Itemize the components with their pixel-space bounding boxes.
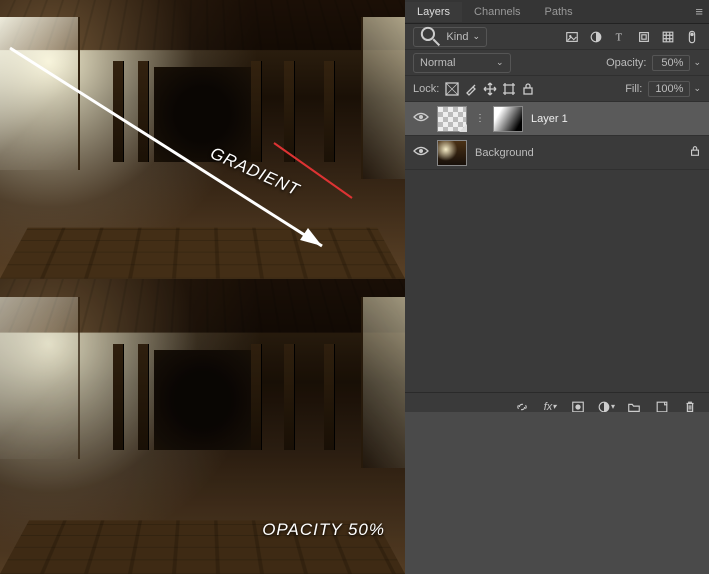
panel-tabs: Layers Channels Paths ≡ xyxy=(405,0,709,24)
document-canvas-bottom[interactable]: OPACITY 50% xyxy=(0,279,405,574)
document-canvas-top[interactable]: GRADIENT xyxy=(0,0,405,279)
chevron-down-icon: ⌄ xyxy=(693,83,701,94)
tab-paths[interactable]: Paths xyxy=(533,2,585,22)
filter-smart-icon[interactable] xyxy=(659,28,677,46)
filter-shape-icon[interactable] xyxy=(635,28,653,46)
blend-mode-value: Normal xyxy=(420,57,455,69)
chevron-down-icon: ⌄ xyxy=(693,57,701,68)
layer-row[interactable]: ⋮ Layer 1 xyxy=(405,102,709,136)
lock-label: Lock: xyxy=(413,83,439,95)
fill-label[interactable]: Fill: xyxy=(625,83,642,95)
tab-channels[interactable]: Channels xyxy=(462,2,532,22)
lock-all-icon[interactable] xyxy=(521,82,535,96)
photo-interior xyxy=(0,0,405,279)
lock-icon xyxy=(689,145,701,160)
tab-layers[interactable]: Layers xyxy=(405,2,462,22)
blend-row: Normal ⌄ Opacity: 50% ⌄ xyxy=(405,50,709,76)
layer-thumbnail[interactable] xyxy=(437,106,467,132)
filter-toggle-icon[interactable] xyxy=(683,28,701,46)
layer-mask-thumbnail[interactable] xyxy=(493,106,523,132)
lock-transparent-icon[interactable] xyxy=(445,82,459,96)
search-icon xyxy=(418,24,442,48)
blend-mode-select[interactable]: Normal ⌄ xyxy=(413,53,511,73)
opacity-input[interactable]: 50% ⌄ xyxy=(652,55,701,71)
filter-kind-label: Kind xyxy=(446,31,468,43)
photo-interior xyxy=(0,279,405,574)
fill-input[interactable]: 100% ⌄ xyxy=(648,81,701,97)
filter-pixel-icon[interactable] xyxy=(563,28,581,46)
layer-list: ⋮ Layer 1 Background xyxy=(405,102,709,170)
opacity-label[interactable]: Opacity: xyxy=(606,57,646,69)
lock-position-icon[interactable] xyxy=(483,82,497,96)
layer-name[interactable]: Layer 1 xyxy=(531,113,701,125)
layer-thumbnail[interactable] xyxy=(437,140,467,166)
opacity-value: 50% xyxy=(652,55,690,71)
mask-link-icon[interactable]: ⋮ xyxy=(475,113,485,124)
chevron-down-icon: ⌄ xyxy=(496,57,504,68)
fill-value: 100% xyxy=(648,81,690,97)
workspace-background xyxy=(405,412,709,574)
svg-text:T: T xyxy=(616,32,623,43)
layers-panel: Layers Channels Paths ≡ Kind ⌄ T Normal xyxy=(405,0,709,412)
layer-name[interactable]: Background xyxy=(475,147,681,159)
lock-brush-icon[interactable] xyxy=(464,82,478,96)
layer-row[interactable]: Background xyxy=(405,136,709,170)
filter-adjust-icon[interactable] xyxy=(587,28,605,46)
visibility-toggle[interactable] xyxy=(413,145,429,160)
panel-menu-icon[interactable]: ≡ xyxy=(695,4,703,19)
lock-row: Lock: Fill: 100% ⌄ xyxy=(405,76,709,102)
layer-filter-row: Kind ⌄ T xyxy=(405,24,709,50)
chevron-down-icon: ⌄ xyxy=(472,31,480,42)
filter-type-icon[interactable]: T xyxy=(611,28,629,46)
visibility-toggle[interactable] xyxy=(413,111,429,126)
filter-kind-select[interactable]: Kind ⌄ xyxy=(413,27,487,47)
lock-artboard-icon[interactable] xyxy=(502,82,516,96)
